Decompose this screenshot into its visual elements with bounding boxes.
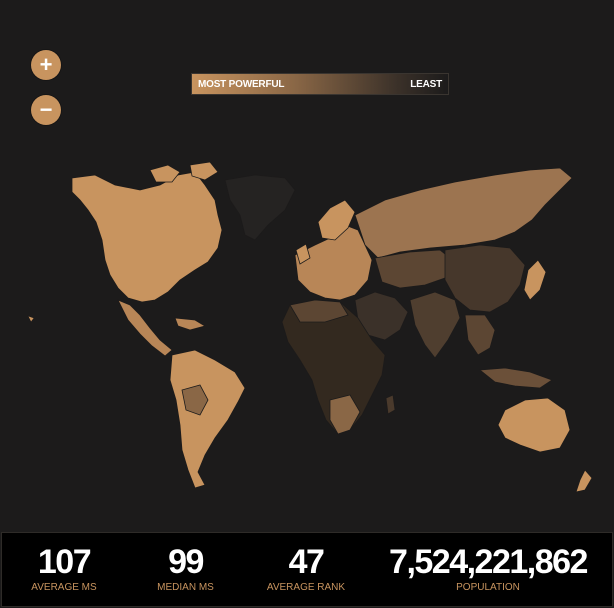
world-map[interactable] (0, 140, 614, 520)
stat-average-ms: 107 AVERAGE MS (24, 533, 104, 593)
region-greenland[interactable] (224, 174, 296, 241)
region-south-america[interactable] (169, 349, 246, 489)
stat-label: AVERAGE MS (31, 582, 97, 593)
stat-label: AVERAGE RANK (266, 582, 346, 593)
region-southeast-asia[interactable] (464, 314, 496, 356)
stat-label: MEDIAN MS (157, 582, 214, 593)
power-legend: MOST POWERFUL LEAST (191, 73, 449, 95)
stat-value: 7,524,221,862 (389, 543, 588, 581)
region-central-asia[interactable] (374, 249, 456, 289)
region-caribbean[interactable] (174, 317, 207, 331)
zoom-in-button[interactable]: + (31, 50, 61, 80)
region-hawaii[interactable] (27, 315, 35, 323)
region-indonesia[interactable] (478, 367, 553, 389)
region-central-america[interactable] (117, 299, 173, 357)
stat-label: POPULATION (456, 582, 520, 593)
legend-most-label: MOST POWERFUL (198, 78, 285, 90)
region-japan[interactable] (523, 259, 547, 301)
region-south-asia[interactable] (409, 291, 461, 359)
region-australia[interactable] (497, 397, 571, 453)
legend-least-label: LEAST (410, 78, 442, 90)
region-madagascar[interactable] (385, 394, 396, 415)
region-north-america[interactable] (71, 171, 223, 303)
stat-value: 107 (37, 543, 92, 581)
stat-median-ms: 99 MEDIAN MS (148, 533, 223, 593)
region-east-asia[interactable] (444, 244, 526, 313)
region-russia[interactable] (354, 167, 573, 259)
zoom-out-button[interactable]: − (31, 95, 61, 125)
stat-population: 7,524,221,862 POPULATION (382, 533, 594, 593)
region-new-zealand[interactable] (575, 469, 593, 493)
stat-value: 47 (288, 543, 325, 581)
stat-average-rank: 47 AVERAGE RANK (261, 533, 351, 593)
stat-value: 99 (168, 543, 204, 581)
stats-bar: 107 AVERAGE MS 99 MEDIAN MS 47 AVERAGE R… (1, 532, 613, 607)
